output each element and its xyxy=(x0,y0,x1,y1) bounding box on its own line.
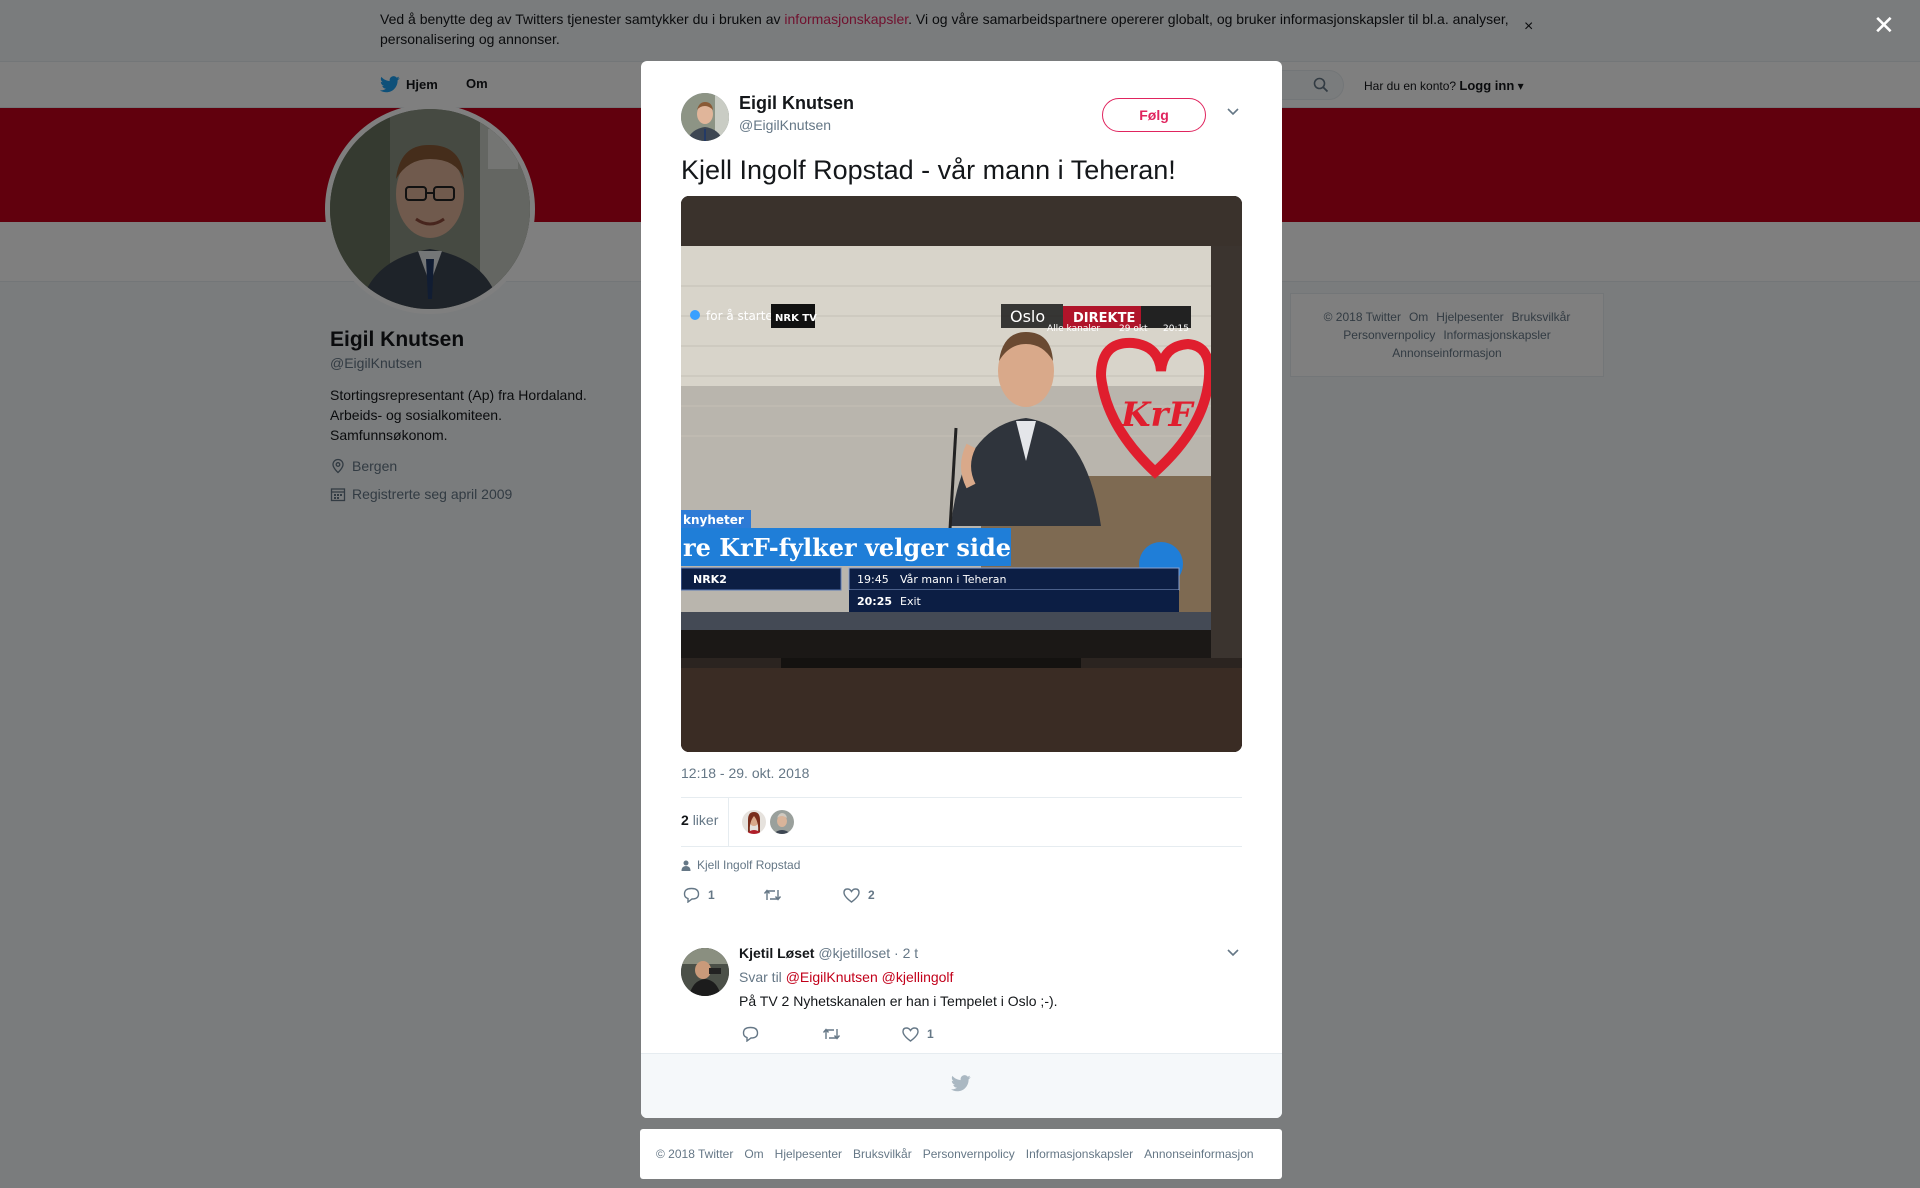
reply-author-handle[interactable]: @kjetilloset xyxy=(818,945,890,961)
retweet-icon xyxy=(763,889,782,901)
liker-avatar[interactable] xyxy=(742,810,766,834)
divider xyxy=(728,798,729,846)
author-avatar[interactable] xyxy=(681,93,729,141)
likes-count[interactable]: 2 liker xyxy=(681,812,718,828)
city-label: Oslo xyxy=(1010,307,1045,326)
retweet-action[interactable] xyxy=(763,888,843,902)
likes-label: liker xyxy=(692,812,719,828)
reply-author-avatar[interactable] xyxy=(681,948,729,996)
program-2-time: 20:25 xyxy=(857,595,892,608)
follow-button[interactable]: Følg xyxy=(1102,98,1206,132)
likes-row: 2 liker xyxy=(681,797,1242,847)
twitter-bird-icon xyxy=(951,1075,971,1092)
reply-count: 1 xyxy=(708,888,715,902)
mention-link[interactable]: @EigilKnutsen xyxy=(786,969,878,985)
tweet-modal: Eigil Knutsen @EigilKnutsen Følg Kjell I… xyxy=(641,61,1282,1118)
heart-icon xyxy=(902,1026,919,1042)
author-photo xyxy=(681,93,729,141)
reply-action[interactable]: 1 xyxy=(683,887,763,903)
liker-avatar[interactable] xyxy=(770,810,794,834)
channel-label: NRK2 xyxy=(693,573,727,586)
reply-icon xyxy=(683,887,700,903)
reply-actions: 1 xyxy=(742,1026,934,1042)
tagged-user[interactable]: Kjell Ingolf Ropstad xyxy=(681,858,800,872)
footer-link[interactable]: Bruksvilkår xyxy=(853,1147,912,1161)
reply-age[interactable]: · 2 t xyxy=(894,945,918,961)
footer-link[interactable]: Om xyxy=(744,1147,763,1161)
reply-action[interactable] xyxy=(742,1026,822,1042)
tweet-text: Kjell Ingolf Ropstad - vår mann i Tehera… xyxy=(681,155,1176,185)
reply-to-label: Svar til xyxy=(739,969,782,985)
reply-icon xyxy=(742,1026,759,1042)
program-1-title: Vår mann i Teheran xyxy=(900,573,1006,586)
footer-link[interactable]: Informasjonskapsler xyxy=(1026,1147,1133,1161)
reply-author-photo xyxy=(681,948,729,996)
nrk-tv-label: NRK TV xyxy=(775,313,817,324)
tweet-photo[interactable]: KrF for å starte NRK TV Oslo DIREKTE All… xyxy=(681,196,1242,752)
mention-link[interactable]: @kjellingolf xyxy=(882,969,954,985)
modal-footer xyxy=(641,1053,1282,1118)
tweet-timestamp[interactable]: 12:18 - 29. okt. 2018 xyxy=(681,765,809,781)
date-label: 29 okt xyxy=(1119,324,1148,334)
nyheter-label: knyheter xyxy=(683,513,744,527)
tv-screen-photo: KrF for å starte NRK TV Oslo DIREKTE All… xyxy=(681,196,1242,752)
footer-link[interactable]: © 2018 Twitter xyxy=(656,1147,733,1161)
bottom-footer: © 2018 Twitter Om Hjelpesenter Bruksvilk… xyxy=(640,1129,1282,1179)
retweet-action[interactable] xyxy=(822,1027,902,1041)
person-icon xyxy=(681,860,691,871)
reply-header: Kjetil Løset @kjetilloset · 2 t xyxy=(739,945,918,961)
program-1-time: 19:45 xyxy=(857,573,889,586)
author-handle[interactable]: @EigilKnutsen xyxy=(739,117,831,133)
reply-text: På TV 2 Nyhetskanalen er han i Tempelet … xyxy=(739,993,1058,1009)
retweet-icon xyxy=(822,1028,841,1040)
like-action[interactable]: 2 xyxy=(843,887,875,903)
krf-logo-text: KrF xyxy=(1120,395,1195,435)
like-count: 1 xyxy=(927,1027,934,1041)
program-2-title: Exit xyxy=(900,595,922,608)
prestart-label: for å starte xyxy=(706,309,773,323)
likes-number: 2 xyxy=(681,812,689,828)
footer-link[interactable]: Hjelpesenter xyxy=(775,1147,842,1161)
chevron-down-icon[interactable] xyxy=(1226,948,1240,958)
reply-author-name[interactable]: Kjetil Løset xyxy=(739,945,814,961)
heart-icon xyxy=(843,887,860,903)
reply-to-line: Svar til @EigilKnutsen @kjellingolf xyxy=(739,969,953,985)
tweet-actions: 1 2 xyxy=(683,887,875,903)
like-count: 2 xyxy=(868,888,875,902)
tv-headline: re KrF-fylker velger side xyxy=(683,533,1011,562)
footer-link[interactable]: Personvernpolicy xyxy=(923,1147,1015,1161)
tagged-name: Kjell Ingolf Ropstad xyxy=(697,858,801,872)
chevron-down-icon[interactable] xyxy=(1226,107,1240,117)
footer-link[interactable]: Annonseinformasjon xyxy=(1144,1147,1253,1161)
like-action[interactable]: 1 xyxy=(902,1026,934,1042)
time-top-label: 20:15 xyxy=(1163,324,1189,334)
all-channels-label: Alle kanaler xyxy=(1047,324,1100,334)
close-icon[interactable]: ✕ xyxy=(1873,10,1895,41)
author-name[interactable]: Eigil Knutsen xyxy=(739,93,854,114)
